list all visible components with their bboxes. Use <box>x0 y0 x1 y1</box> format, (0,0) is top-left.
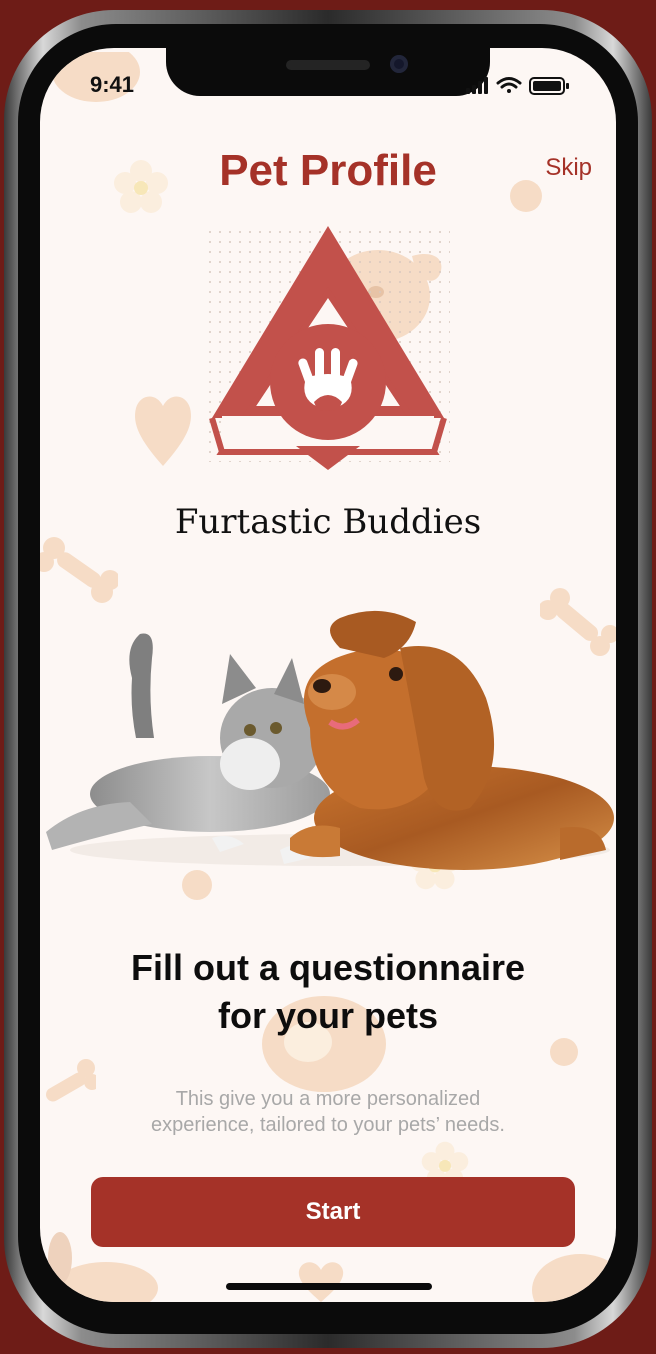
speaker-grille <box>286 60 370 70</box>
heart-icon <box>135 396 191 466</box>
headline: Fill out a questionnaire for your pets <box>60 944 596 1040</box>
heart-icon <box>298 1262 344 1302</box>
pets-illustration <box>46 610 614 870</box>
brand-logo <box>206 226 450 470</box>
cat-figure <box>46 633 330 864</box>
page-title: Pet Profile <box>219 146 437 195</box>
status-icons <box>466 77 569 95</box>
home-indicator <box>226 1283 432 1290</box>
decor-dot <box>550 1038 578 1066</box>
description-text: This give you a more personalized experi… <box>100 1086 556 1138</box>
dog-figure <box>290 610 614 870</box>
camera-icon <box>390 55 408 73</box>
battery-icon <box>529 77 569 95</box>
dog-face-icon <box>532 1254 616 1302</box>
brand-name: Furtastic Buddies <box>174 502 482 542</box>
headline-line: for your pets <box>217 995 439 1036</box>
status-time: 9:41 <box>90 72 135 97</box>
device-notch <box>166 48 490 96</box>
description-line: This give you a more personalized <box>175 1088 481 1110</box>
bone-icon <box>46 1059 96 1102</box>
description-line: experience, tailored to your pets’ needs… <box>151 1114 505 1136</box>
wifi-icon <box>496 77 522 93</box>
signal-icon <box>466 77 488 94</box>
skip-button[interactable]: Skip <box>545 154 592 182</box>
start-button[interactable]: Start <box>91 1177 575 1247</box>
app-screen: 9:41 Pet Profile Skip Furtastic Buddies … <box>40 48 616 1302</box>
headline-line: Fill out a questionnaire <box>130 947 526 988</box>
